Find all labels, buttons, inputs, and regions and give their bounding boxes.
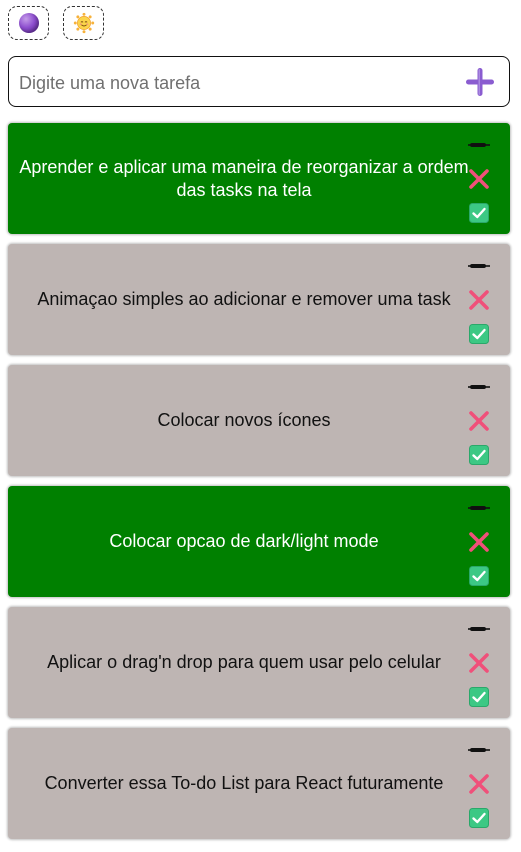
task-actions (468, 486, 490, 597)
task-actions (468, 728, 490, 839)
drag-handle-icon[interactable] (468, 625, 490, 633)
complete-task-button[interactable] (468, 566, 490, 586)
delete-task-button[interactable] (468, 773, 490, 795)
delete-task-button[interactable] (468, 168, 490, 190)
new-task-form (8, 56, 510, 107)
close-icon (469, 774, 489, 794)
complete-task-button[interactable] (468, 687, 490, 707)
dark-mode-button[interactable] (8, 6, 49, 40)
purple-planet-icon (18, 13, 39, 33)
close-icon (469, 169, 489, 189)
delete-task-button[interactable] (468, 652, 490, 674)
checkmark-icon (469, 566, 489, 586)
sun-face-icon (73, 12, 94, 34)
task-text: Converter essa To-do List para React fut… (44, 773, 444, 793)
drag-handle-icon[interactable] (468, 746, 490, 754)
task-actions (468, 244, 490, 355)
checkmark-icon (469, 203, 489, 223)
new-task-input[interactable] (17, 69, 451, 97)
task-actions (468, 365, 490, 476)
complete-task-button[interactable] (468, 324, 490, 344)
light-mode-button[interactable] (63, 6, 104, 40)
drag-handle-icon[interactable] (468, 383, 490, 391)
drag-handle-icon[interactable] (468, 262, 490, 270)
task-text: Colocar novos ícones (157, 410, 331, 430)
checkmark-icon (469, 687, 489, 707)
task-text: Aprender e aplicar uma maneira de reorga… (19, 156, 469, 200)
complete-task-button[interactable] (468, 203, 490, 223)
task-item[interactable]: Converter essa To-do List para React fut… (8, 728, 510, 839)
checkmark-icon (469, 324, 489, 344)
close-icon (469, 411, 489, 431)
plus-icon[interactable] (465, 67, 495, 97)
checkmark-icon (469, 808, 489, 828)
task-item[interactable]: Aprender e aplicar uma maneira de reorga… (8, 123, 510, 234)
drag-handle-icon[interactable] (468, 504, 490, 512)
task-item[interactable]: Colocar opcao de dark/light mode (8, 486, 510, 597)
delete-task-button[interactable] (468, 531, 490, 553)
drag-handle-icon[interactable] (468, 141, 490, 149)
close-icon (469, 653, 489, 673)
close-icon (469, 532, 489, 552)
task-item[interactable]: Colocar novos ícones (8, 365, 510, 476)
close-icon (469, 290, 489, 310)
complete-task-button[interactable] (468, 808, 490, 828)
checkmark-icon (469, 445, 489, 465)
task-text: Colocar opcao de dark/light mode (109, 531, 379, 551)
task-text: Aplicar o drag'n drop para quem usar pel… (47, 652, 441, 672)
complete-task-button[interactable] (468, 445, 490, 465)
task-text: Animaçao simples ao adicionar e remover … (37, 289, 451, 309)
task-actions (468, 123, 490, 234)
task-item[interactable]: Aplicar o drag'n drop para quem usar pel… (8, 607, 510, 718)
task-item[interactable]: Animaçao simples ao adicionar e remover … (8, 244, 510, 355)
task-actions (468, 607, 490, 718)
delete-task-button[interactable] (468, 289, 490, 311)
delete-task-button[interactable] (468, 410, 490, 432)
